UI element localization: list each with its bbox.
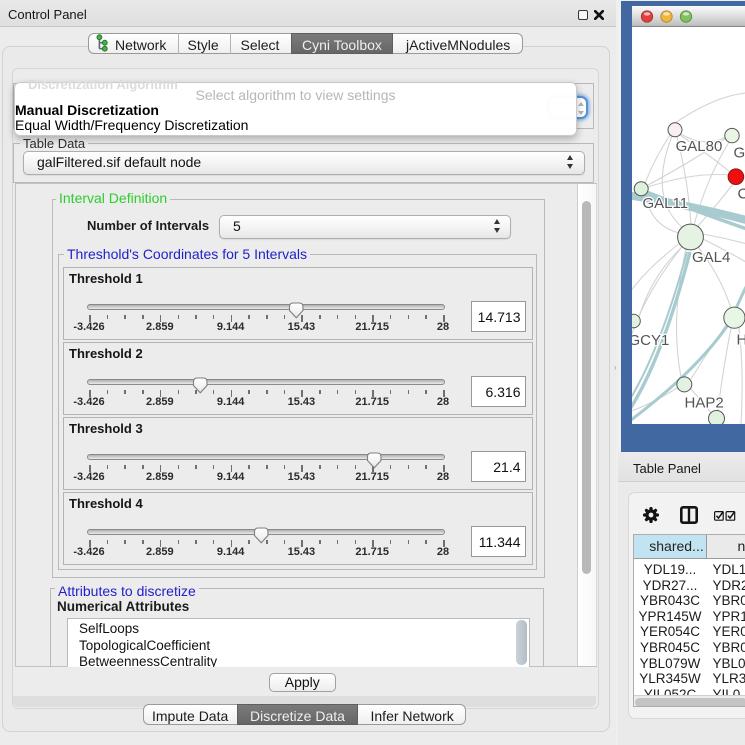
svg-text:GAL11: GAL11 <box>643 195 689 212</box>
svg-text:GAL4: GAL4 <box>692 249 730 266</box>
svg-text:HAP2: HAP2 <box>685 395 724 412</box>
svg-text:C: C <box>738 186 745 203</box>
svg-text:GA: GA <box>734 145 745 162</box>
svg-text:H: H <box>737 332 745 349</box>
svg-text:GAL80: GAL80 <box>676 138 723 155</box>
svg-text:GCY1: GCY1 <box>632 332 669 349</box>
